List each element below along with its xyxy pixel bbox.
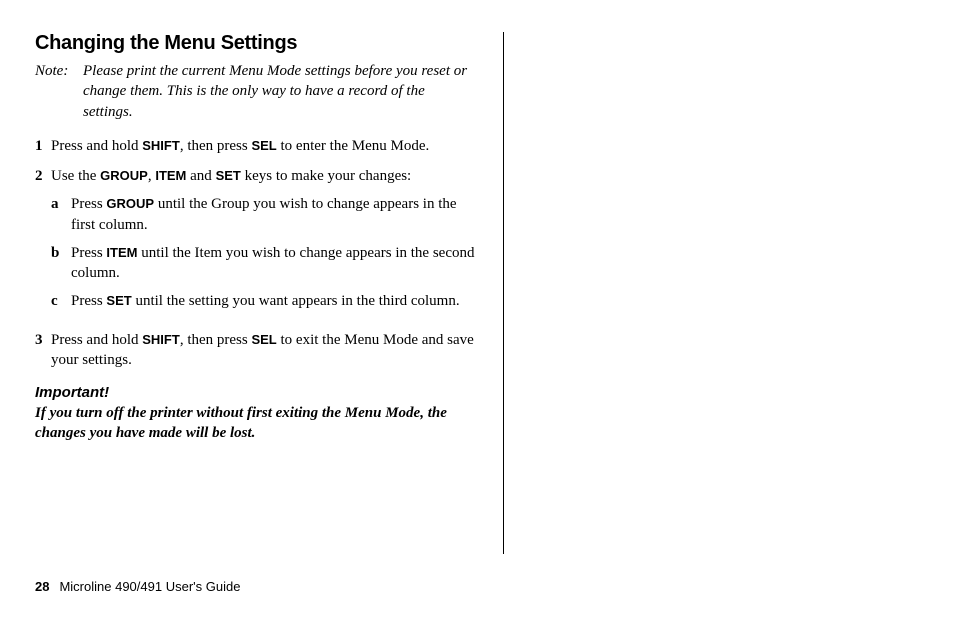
section-heading: Changing the Menu Settings xyxy=(35,32,475,55)
key-item: ITEM xyxy=(106,245,137,260)
step-body: Use the GROUP, ITEM and SET keys to make… xyxy=(51,166,475,320)
key-set: SET xyxy=(106,293,131,308)
key-sel: SEL xyxy=(251,332,276,347)
doc-title: Microline 490/491 User's Guide xyxy=(59,579,240,594)
substep-a: a Press GROUP until the Group you wish t… xyxy=(51,194,475,235)
step-number: 3 xyxy=(35,330,51,371)
key-set: SET xyxy=(216,168,241,183)
page-footer: 28 Microline 490/491 User's Guide xyxy=(35,579,240,594)
substep-letter: a xyxy=(51,194,71,235)
substeps-list: a Press GROUP until the Group you wish t… xyxy=(51,194,475,311)
key-group: GROUP xyxy=(106,196,154,211)
step-2: 2 Use the GROUP, ITEM and SET keys to ma… xyxy=(35,166,475,320)
important-label: Important! xyxy=(35,384,475,401)
page-number: 28 xyxy=(35,579,49,594)
step-body: Press and hold SHIFT, then press SEL to … xyxy=(51,136,475,156)
substep-body: Press SET until the setting you want app… xyxy=(71,291,475,311)
substep-letter: b xyxy=(51,243,71,284)
key-shift: SHIFT xyxy=(142,138,180,153)
substep-c: c Press SET until the setting you want a… xyxy=(51,291,475,311)
key-sel: SEL xyxy=(251,138,276,153)
step-1: 1 Press and hold SHIFT, then press SEL t… xyxy=(35,136,475,156)
important-text: If you turn off the printer without firs… xyxy=(35,403,475,444)
step-number: 2 xyxy=(35,166,51,320)
substep-letter: c xyxy=(51,291,71,311)
step-body: Press and hold SHIFT, then press SEL to … xyxy=(51,330,475,371)
content-column: Changing the Menu Settings Note: Please … xyxy=(35,32,504,554)
key-item: ITEM xyxy=(155,168,186,183)
substep-body: Press ITEM until the Item you wish to ch… xyxy=(71,243,475,284)
note-block: Note: Please print the current Menu Mode… xyxy=(35,61,475,122)
key-group: GROUP xyxy=(100,168,148,183)
note-text: Please print the current Menu Mode setti… xyxy=(83,61,475,122)
step-3: 3 Press and hold SHIFT, then press SEL t… xyxy=(35,330,475,371)
substep-b: b Press ITEM until the Item you wish to … xyxy=(51,243,475,284)
note-label: Note: xyxy=(35,61,83,122)
step-number: 1 xyxy=(35,136,51,156)
key-shift: SHIFT xyxy=(142,332,180,347)
substep-body: Press GROUP until the Group you wish to … xyxy=(71,194,475,235)
steps-list: 1 Press and hold SHIFT, then press SEL t… xyxy=(35,136,475,370)
page: Changing the Menu Settings Note: Please … xyxy=(0,0,954,618)
